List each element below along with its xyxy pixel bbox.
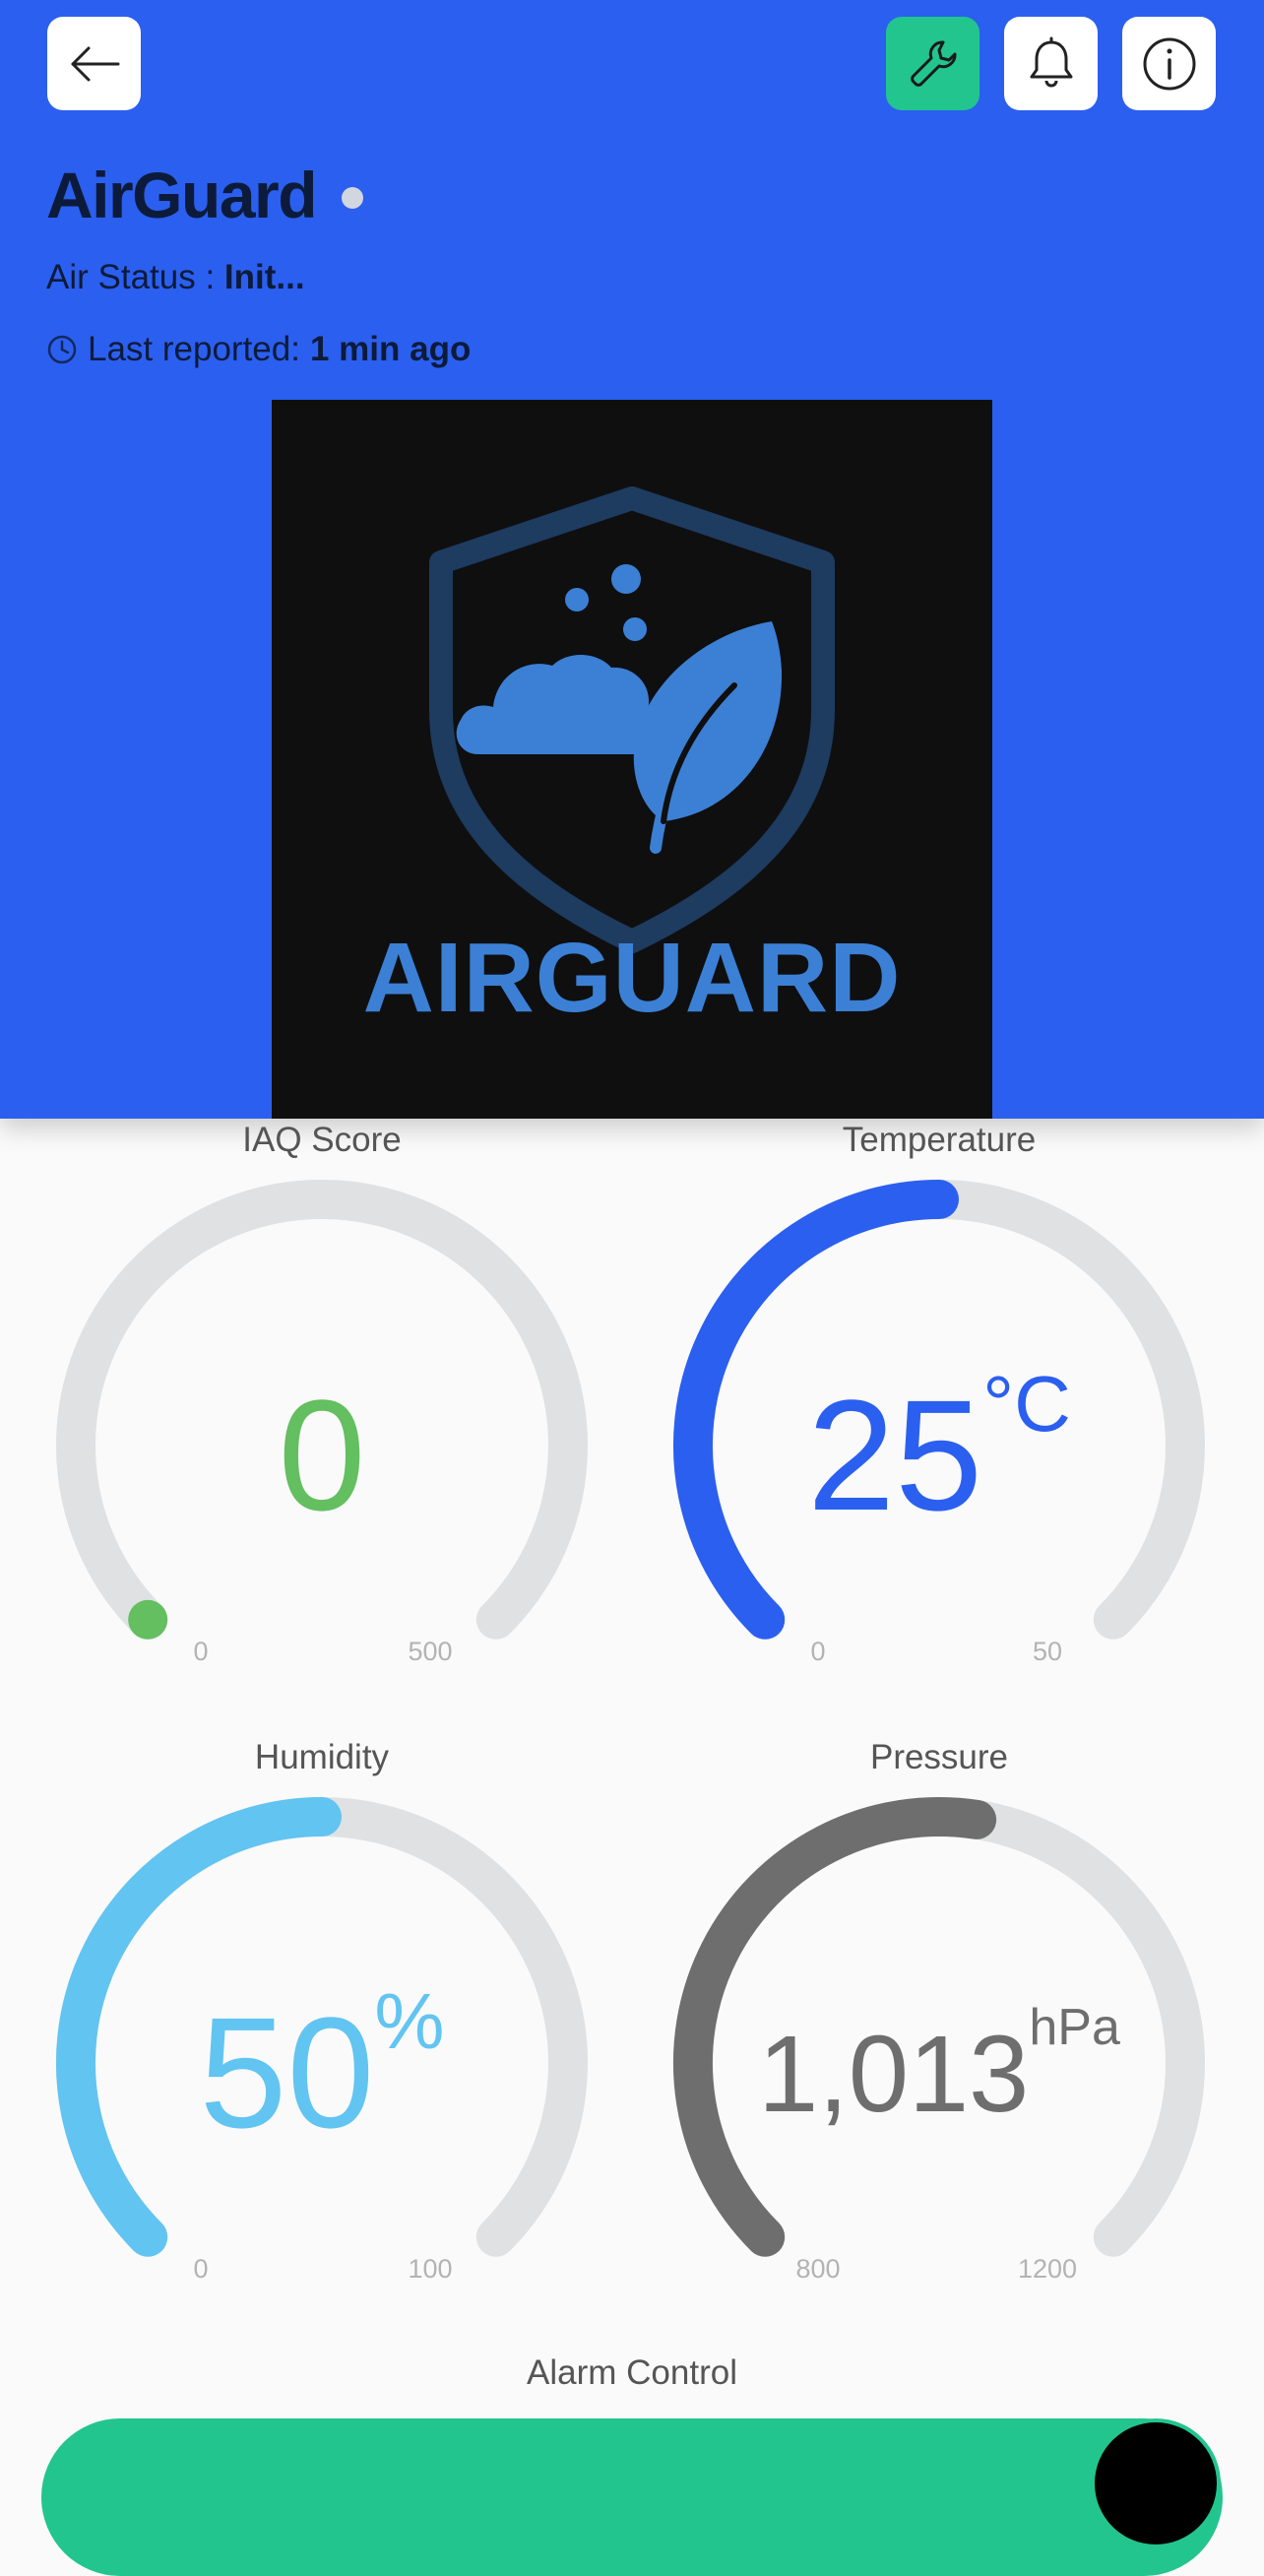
header: AirGuard Air Status : Init... Last repor… [0,0,1264,1119]
air-status: Air Status : Init... [46,258,305,297]
wrench-icon [910,40,956,87]
alarm-control-title: Alarm Control [527,2353,737,2392]
clock-icon [47,335,77,364]
back-arrow-icon [71,46,119,81]
back-button[interactable] [47,17,141,110]
gauge-max-label: 50 [1033,1637,1062,1666]
last-reported-label: Last reported: [88,330,300,368]
gauge-value-unit: hPa [1029,1999,1120,2056]
device-image: AIRGUARD [272,400,992,1119]
gauge-min-label: 0 [193,1637,208,1666]
settings-button[interactable] [886,17,980,110]
alarm-toggle[interactable] [41,2418,1223,2576]
connection-status-dot [342,187,364,209]
notifications-button[interactable] [1004,17,1098,110]
last-reported-value: 1 min ago [309,330,472,368]
gauge-max-label: 1200 [1018,2254,1077,2284]
gauge-min-label: 800 [795,2254,840,2284]
gauge-min-label: 0 [193,2254,208,2284]
info-icon [1143,37,1195,90]
gauge-value-number: 25 [807,1367,983,1543]
gauge-iaq: IAQ Score 0 500 0 [46,1121,598,1692]
gauge-max-label: 500 [408,1637,452,1666]
gauge-value-number: 0 [278,1367,366,1543]
gauge-value-unit: % [374,1977,445,2065]
gauge-value-number: 1,013 [758,2014,1030,2135]
last-reported: Last reported: 1 min ago [46,330,471,369]
gauge-min-label: 0 [810,1637,825,1666]
bell-icon [1030,36,1072,87]
gauge-max-label: 100 [408,2254,452,2284]
air-status-label: Air Status : [46,258,224,296]
gauge-temperature: Temperature 0 50 25°C [664,1121,1215,1692]
gauge-pressure: Pressure 800 1200 1,013hPa [664,1738,1215,2309]
gauge-value: 50% [46,1977,598,2163]
device-title: AirGuard [46,159,318,231]
logo-text: AIRGUARD [362,923,902,1033]
gauge-indicator-dot [128,1599,168,1640]
gauge-value-number: 50 [199,1984,375,2160]
gauge-value: 25°C [664,1360,1215,1546]
gauge-value: 0 [46,1365,598,1546]
device-title-row: AirGuard [46,158,364,232]
info-button[interactable] [1122,17,1216,110]
alarm-toggle-knob[interactable] [1095,2422,1217,2544]
gauge-value-unit: °C [982,1360,1071,1448]
gauge-value: 1,013hPa [664,1999,1215,2137]
air-status-value: Init... [223,258,305,296]
gauge-humidity: Humidity 0 100 50% [46,1738,598,2309]
